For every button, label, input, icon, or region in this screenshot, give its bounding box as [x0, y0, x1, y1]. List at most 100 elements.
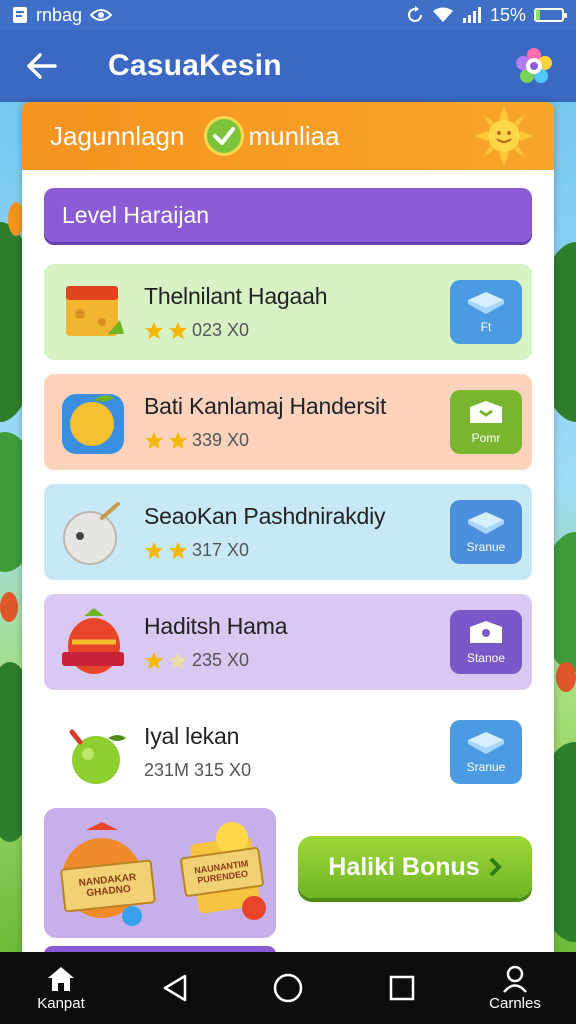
item-meta: 235 X0: [144, 650, 450, 671]
item-meta: 023 X0: [144, 320, 450, 341]
box-icon: [468, 512, 504, 534]
item-info: SeaoKan Pashdnirakdiy 317 X0: [144, 503, 450, 561]
level-header-label: Level Haraijan: [62, 201, 210, 228]
orange-fruit-icon: [62, 394, 124, 454]
star-icon: [145, 431, 163, 449]
item-action-label: Pomr: [471, 431, 501, 445]
battery-level: [536, 10, 540, 20]
item-meta: 339 X0: [144, 430, 450, 451]
signal-icon: [462, 7, 481, 23]
notification-icon: [13, 7, 27, 23]
fruit-basket-icon: [62, 608, 124, 674]
sun-icon: [474, 106, 534, 166]
item-meta: 317 X0: [144, 540, 450, 561]
nav-home-label: Kanpat: [37, 994, 85, 1012]
item-score: 339 X0: [192, 430, 250, 450]
bonus-button-label: Haliki Bonus: [328, 852, 480, 881]
settings-button[interactable]: [512, 44, 556, 88]
back-triangle-icon: [163, 974, 186, 1002]
back-button[interactable]: [20, 44, 64, 88]
item-action-button[interactable]: Stanoe: [450, 610, 522, 674]
star-icon: [169, 431, 187, 449]
level-header[interactable]: Level Haraijan: [44, 188, 532, 242]
rice-ball-icon: [63, 502, 120, 565]
status-bar: rnbag 15%: [0, 0, 576, 30]
star-icon: [145, 321, 163, 339]
item-action-label: Stanoe: [466, 651, 506, 665]
green-apple-icon: [69, 729, 126, 784]
box-icon: [470, 621, 502, 643]
item-info: Bati Kanlamaj Handersit 339 X0: [144, 393, 450, 451]
carrier-text: rnbag: [36, 4, 83, 25]
item-info: Iyal lekan 231M 315 X0: [144, 723, 450, 781]
bonus-tag-left-text: NANDAKAR GHADNO: [78, 872, 137, 900]
nav-profile-label: Carnles: [489, 994, 541, 1012]
box-icon: [468, 292, 504, 314]
bonus-tag-right-text: NAUNANTIM PURENDEO: [193, 858, 249, 886]
item-name: Iyal lekan: [144, 723, 240, 749]
home-icon: [48, 966, 74, 991]
list-item[interactable]: Haditsh Hama 235 X0 Stanoe: [44, 594, 532, 690]
item-action-label: Sranue: [466, 760, 506, 774]
item-name: SeaoKan Pashdnirakdiy: [144, 503, 386, 529]
gear-icon: [516, 48, 552, 83]
item-info: Haditsh Hama 235 X0: [144, 613, 450, 671]
cheese-box-icon: [66, 286, 124, 336]
item-score: 317 X0: [192, 540, 250, 560]
item-action-button[interactable]: Pomr: [450, 390, 522, 454]
header-banner: Jagunnlagn munliaa: [22, 102, 554, 170]
item-score: 231M 315 X0: [144, 760, 252, 780]
nav-home[interactable]: Kanpat: [26, 965, 96, 1012]
star-icon: [169, 651, 187, 669]
square-icon: [389, 975, 414, 1001]
chevron-right-icon: [489, 857, 502, 877]
banner-left-text: Jagunnlagn: [50, 120, 185, 151]
item-action-button[interactable]: Ft: [450, 280, 522, 344]
banner-right-text: munliaa: [248, 120, 340, 151]
circle-icon: [273, 973, 303, 1003]
nav-recents[interactable]: [367, 974, 437, 1002]
item-name: Bati Kanlamaj Handersit: [144, 393, 387, 419]
sync-icon: [408, 6, 422, 22]
bonus-button[interactable]: Haliki Bonus: [298, 836, 532, 898]
battery-icon: [534, 8, 567, 22]
item-score: 023 X0: [192, 320, 250, 340]
list-item[interactable]: SeaoKan Pashdnirakdiy 317 X0 Sranue: [44, 484, 532, 580]
star-icon: [169, 541, 187, 559]
flower-left-lower: [0, 592, 18, 622]
item-action-label: Ft: [480, 320, 492, 334]
star-icon: [169, 321, 187, 339]
list-item[interactable]: Thelnilant Hagaah 023 X0 Ft: [44, 264, 532, 360]
box-icon: [468, 732, 504, 754]
bonus-card[interactable]: NANDAKAR GHADNO NAUNANTIM PURENDEO: [44, 808, 276, 938]
list-item[interactable]: Bati Kanlamaj Handersit 339 X0 Pomr: [44, 374, 532, 470]
eye-icon: [90, 9, 113, 21]
item-action-button[interactable]: Sranue: [450, 720, 522, 784]
list-item[interactable]: Iyal lekan 231M 315 X0 Sranue: [44, 704, 532, 800]
star-icon: [145, 651, 163, 669]
nav-back[interactable]: [140, 973, 210, 1003]
wifi-icon: [432, 7, 453, 22]
bottom-nav: Kanpat Carnles: [0, 952, 576, 1024]
item-action-label: Sranue: [466, 540, 506, 554]
item-action-button[interactable]: Sranue: [450, 500, 522, 564]
item-score: 235 X0: [192, 650, 250, 670]
item-name: Haditsh Hama: [144, 613, 288, 639]
user-icon: [503, 965, 527, 993]
star-icon: [145, 541, 163, 559]
nav-home-circle[interactable]: [253, 972, 323, 1004]
status-right: 15%: [406, 4, 567, 26]
app-bar: CasuaKesin: [0, 30, 576, 102]
check-icon: [204, 116, 245, 156]
item-info: Thelnilant Hagaah 023 X0: [144, 283, 450, 341]
main-panel: Jagunnlagn munliaa Level Haraijan Thelni…: [22, 102, 554, 952]
app-title: CasuaKesin: [108, 49, 282, 82]
battery-text: 15%: [489, 4, 526, 25]
flower-right: [556, 662, 576, 692]
status-left: rnbag: [12, 4, 113, 26]
box-icon: [470, 401, 502, 423]
nav-profile[interactable]: Carnles: [480, 965, 550, 1012]
item-name: Thelnilant Hagaah: [144, 283, 328, 309]
item-meta: 231M 315 X0: [144, 760, 450, 781]
arrow-left-icon: [27, 53, 57, 79]
